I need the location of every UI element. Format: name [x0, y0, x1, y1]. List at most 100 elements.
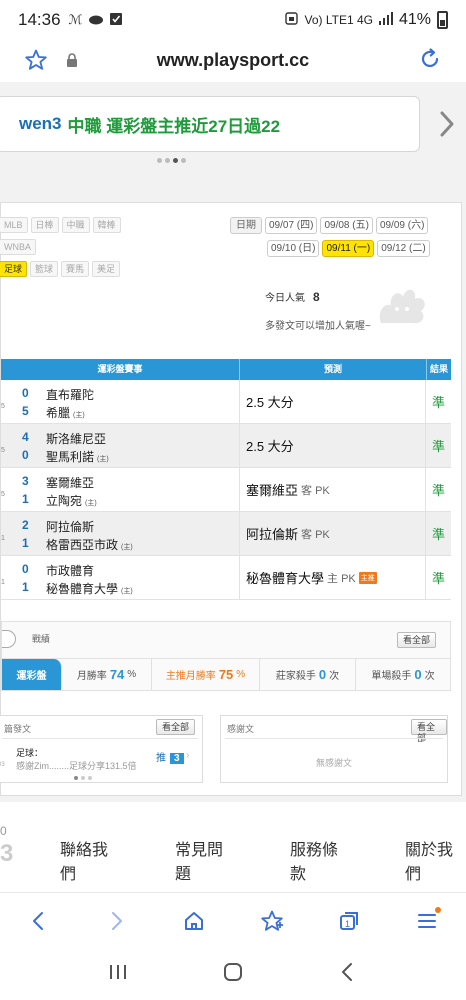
record-see-all-button[interactable]: 看全部 — [397, 632, 437, 648]
notification-dot — [435, 906, 442, 913]
league-tag[interactable]: WNBA — [0, 239, 36, 255]
team-name[interactable]: 希臘 — [46, 406, 70, 420]
league-tag[interactable]: 籃球 — [30, 261, 59, 277]
forward-icon[interactable] — [96, 901, 136, 941]
back-icon[interactable] — [19, 901, 59, 941]
tabs-icon[interactable]: 1 — [329, 901, 369, 941]
table-row: 5 3 塞爾維亞 1 立陶宛 (主) 塞爾維亞客 PK 準 — [1, 468, 451, 512]
league-tag-active[interactable]: 足球 — [0, 261, 28, 277]
league-tag[interactable]: 韓棒 — [92, 217, 121, 233]
row-edge-value: 1 — [1, 535, 5, 542]
date-option[interactable]: 09/07 (四) — [265, 217, 318, 234]
posts-see-all-button[interactable]: 看全部 — [156, 719, 196, 735]
system-nav-bar — [0, 948, 466, 1000]
system-back-icon[interactable] — [337, 961, 359, 988]
posts-card: 篇發文 看全部 足球： 感謝Zim........足球分享131.5倍 03 推… — [0, 715, 203, 783]
col-header-prediction: 預測 — [239, 359, 426, 380]
league-tag[interactable]: 賽馬 — [61, 261, 90, 277]
record-tab[interactable]: 運彩盤 — [2, 659, 62, 690]
team-name[interactable]: 塞爾維亞 — [46, 474, 94, 491]
signal-icon — [378, 12, 393, 28]
status-bar: 14:36 ℳ Vo) LTE1 4G 41% — [0, 0, 466, 40]
prediction: 塞爾維亞客 PK — [239, 468, 426, 511]
footer-link-about[interactable]: 關於我們 — [405, 836, 466, 884]
bookie-killer: 莊家殺手 0 次 — [260, 659, 356, 690]
home-marker: (主) — [97, 456, 109, 463]
date-option[interactable]: 09/08 (五) — [320, 217, 373, 234]
league-tag[interactable]: 日棒 — [30, 217, 59, 233]
team-name[interactable]: 格雷西亞市政 — [46, 538, 118, 552]
banner-next-icon[interactable] — [432, 104, 462, 144]
score: 4 — [22, 430, 29, 444]
home-marker: (主) — [121, 544, 133, 551]
team-name[interactable]: 阿拉倫斯 — [46, 518, 94, 535]
cloud-icon — [88, 13, 104, 28]
home-button-icon[interactable] — [222, 961, 244, 988]
date-label: 日期 — [230, 217, 262, 234]
alarm-icon — [285, 12, 299, 28]
thanks-title: 感謝文 — [227, 724, 255, 734]
team-name[interactable]: 直布羅陀 — [46, 386, 94, 403]
home-icon[interactable] — [174, 901, 214, 941]
footer-ghost-number: 0 — [0, 824, 7, 838]
date-option-active[interactable]: 09/11 (一) — [322, 240, 375, 257]
result: 準 — [431, 571, 445, 586]
date-option[interactable]: 09/09 (六) — [375, 217, 429, 234]
web-page: wen3 中職 運彩盤主推近27日過22 MLB 日棒 中職 韓棒 WNBA 足… — [0, 82, 466, 892]
push-count: 推3 — [156, 749, 184, 764]
team-name[interactable]: 立陶宛 — [46, 494, 82, 508]
table-row: 1 0 市政體育 1 秘魯體育大學 (主) 秘魯體育大學主 PK 主推 準 — [1, 556, 451, 600]
prediction: 2.5 大分 — [239, 380, 426, 423]
post-snippet[interactable]: 感謝Zim........足球分享131.5倍 — [16, 759, 137, 772]
team-name[interactable]: 市政體育 — [46, 562, 94, 579]
notification-icon: ℳ — [68, 12, 83, 27]
bookmark-star-icon[interactable] — [24, 48, 48, 77]
score: 0 — [22, 386, 29, 400]
home-marker: (主) — [73, 412, 85, 419]
prediction: 阿拉倫斯客 PK — [239, 512, 426, 555]
result: 準 — [431, 483, 445, 498]
row-edge-value: 5 — [1, 403, 5, 410]
browser-toolbar: 1 — [0, 892, 466, 948]
banner-author: wen3 — [19, 114, 62, 133]
thanks-card: 感謝文 看全部 無感謝文 — [220, 715, 448, 783]
footer-link-terms[interactable]: 服務條款 — [290, 836, 351, 884]
league-filter: MLB 日棒 中職 韓棒 WNBA 足球 籃球 賽馬 美足 — [0, 217, 221, 283]
row-edge-value: 1 — [1, 579, 5, 586]
recent-apps-icon[interactable] — [107, 962, 129, 987]
date-filter: 日期 09/07 (四) 09/08 (五) 09/09 (六) 09/10 (… — [230, 217, 460, 263]
date-option[interactable]: 09/10 (日) — [267, 240, 320, 257]
prediction: 秘魯體育大學主 PK 主推 — [239, 556, 426, 599]
date-option[interactable]: 09/12 (二) — [377, 240, 430, 257]
main-pick-badge: 主推 — [358, 571, 377, 584]
post-title[interactable]: 足球： — [16, 746, 43, 759]
league-tag[interactable]: 美足 — [92, 261, 121, 277]
single-killer: 單場殺手 0 次 — [371, 667, 435, 682]
prediction: 2.5 大分 — [239, 424, 426, 467]
team-name[interactable]: 秘魯體育大學 — [46, 582, 118, 596]
banner-pager — [157, 158, 186, 163]
headline-banner[interactable]: wen3 中職 運彩盤主推近27日過22 — [0, 96, 420, 152]
popularity-value: 8 — [313, 290, 320, 304]
league-tag[interactable]: MLB — [0, 217, 28, 233]
chevron-right-icon[interactable]: › — [186, 750, 189, 761]
footer-link-faq[interactable]: 常見問題 — [175, 836, 236, 884]
reload-icon[interactable] — [418, 47, 442, 76]
footer-link-contact[interactable]: 聯絡我們 — [60, 836, 121, 884]
menu-icon[interactable] — [407, 901, 447, 941]
thanks-see-all-button[interactable]: 看全部 — [411, 719, 447, 743]
popularity-label: 今日人氣 — [265, 293, 305, 304]
banner-headline: 中職 運彩盤主推近27日過22 — [67, 116, 281, 136]
battery-icon — [437, 11, 448, 29]
score: 0 — [22, 562, 29, 576]
predictions-panel: MLB 日棒 中職 韓棒 WNBA 足球 籃球 賽馬 美足 日期 09/07 (… — [0, 202, 462, 796]
team-name[interactable]: 聖馬利諾 — [46, 450, 94, 464]
table-row: 1 2 阿拉倫斯 1 格雷西亞市政 (主) 阿拉倫斯客 PK 準 — [1, 512, 451, 556]
post-date: 03 — [0, 762, 5, 768]
record-icon — [2, 630, 16, 648]
svg-text:1: 1 — [345, 919, 350, 929]
league-tag[interactable]: 中職 — [61, 217, 90, 233]
bookmarks-icon[interactable] — [252, 901, 292, 941]
team-name[interactable]: 斯洛維尼亞 — [46, 430, 106, 447]
table-row: 5 4 斯洛維尼亞 0 聖馬利諾 (主) 2.5 大分 準 — [1, 424, 451, 468]
